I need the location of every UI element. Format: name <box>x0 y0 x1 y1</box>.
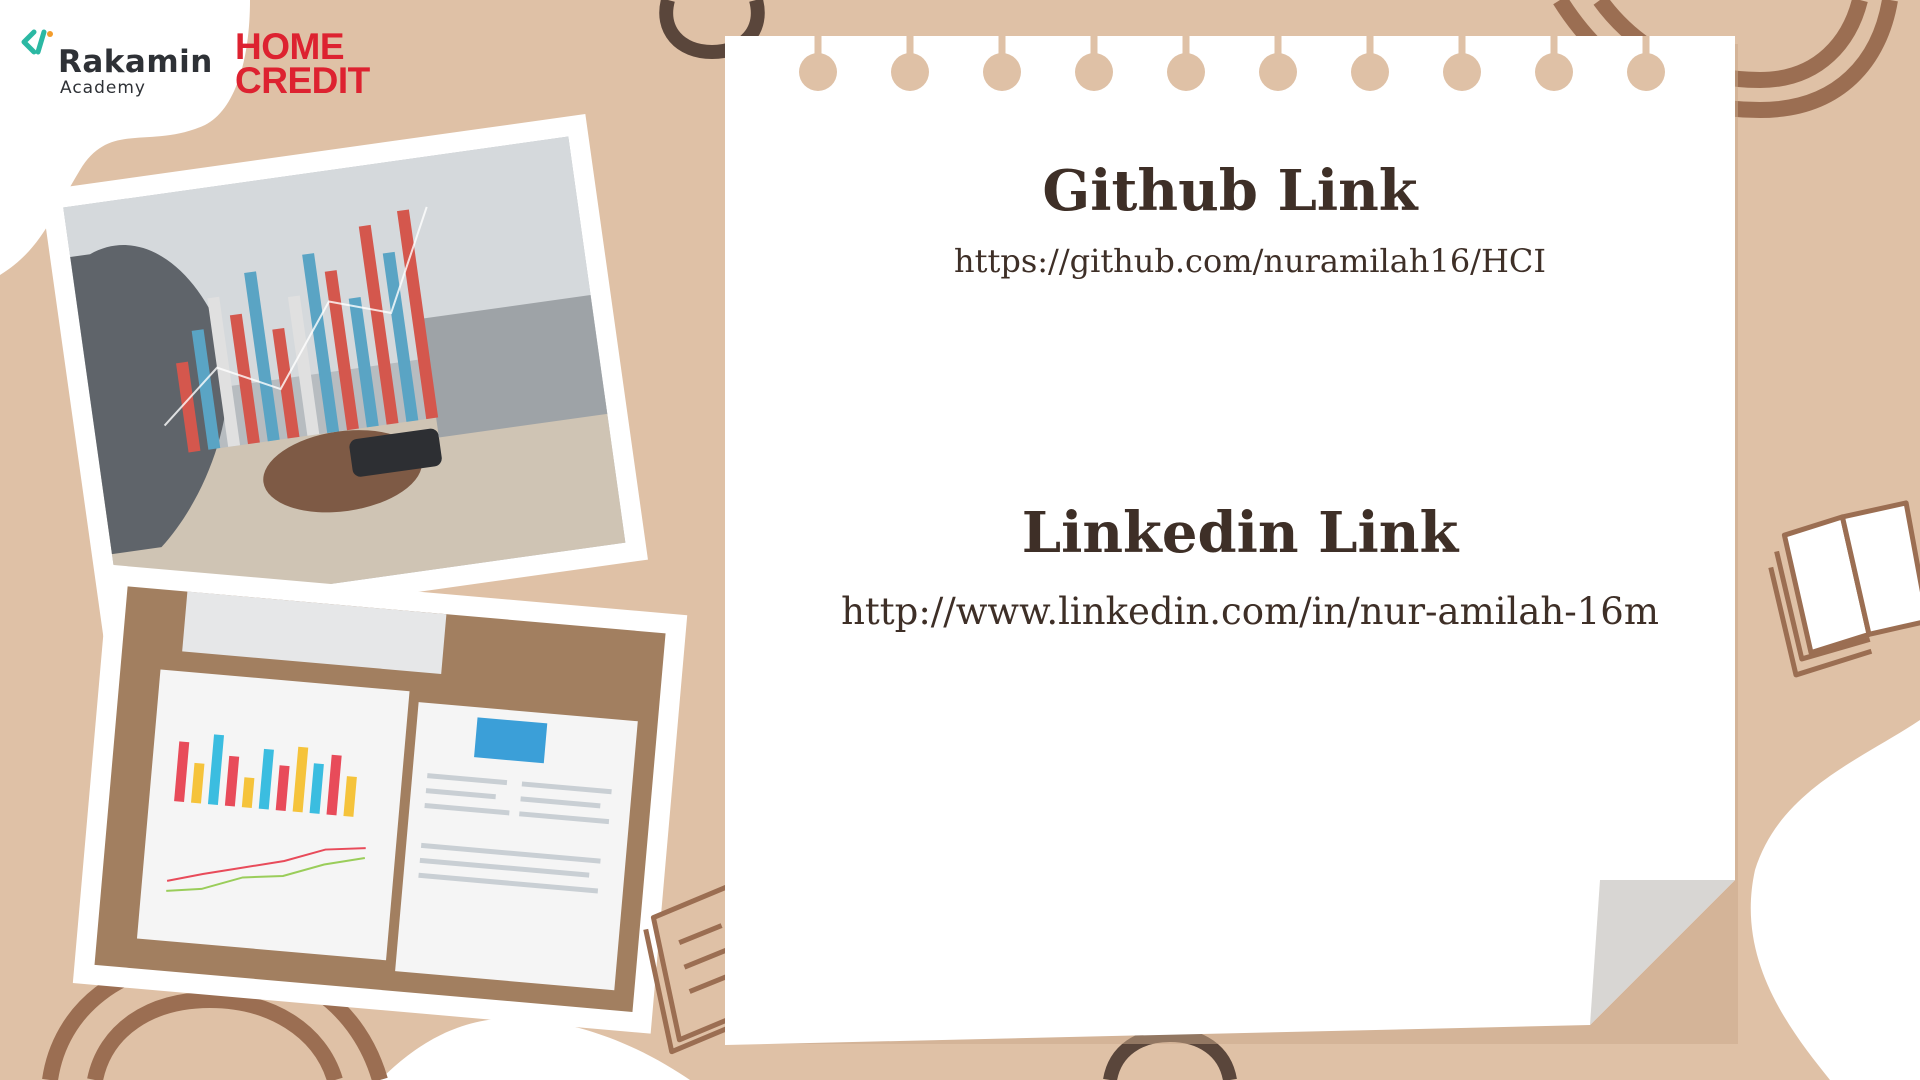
linkedin-link-title: Linkedin Link <box>1021 500 1459 566</box>
open-book-illustration-right <box>1768 500 1920 678</box>
home-credit-line-1: HOME <box>235 26 345 67</box>
photo-business-analytics <box>40 113 648 637</box>
github-link-title: Github Link <box>1042 158 1418 224</box>
rakamin-academy-label: Academy <box>60 78 146 98</box>
arc-bottom-left-inner <box>87 991 343 1080</box>
photo-report-documents <box>72 564 688 1034</box>
github-link-url[interactable]: https://github.com/nuramilah16/HCI <box>800 242 1700 280</box>
rakamin-academy-logo: Rakamin Academy <box>20 26 230 106</box>
home-credit-logo: HOME CREDIT <box>235 26 385 101</box>
linkedin-link-url[interactable]: http://www.linkedin.com/in/nur-amilah-16… <box>800 590 1700 633</box>
rakamin-wordmark: Rakamin <box>58 44 213 80</box>
rakamin-chevron-icon <box>21 29 53 55</box>
white-blob-bottom-right <box>1750 720 1920 1080</box>
home-credit-line-2: CREDIT <box>235 60 370 101</box>
